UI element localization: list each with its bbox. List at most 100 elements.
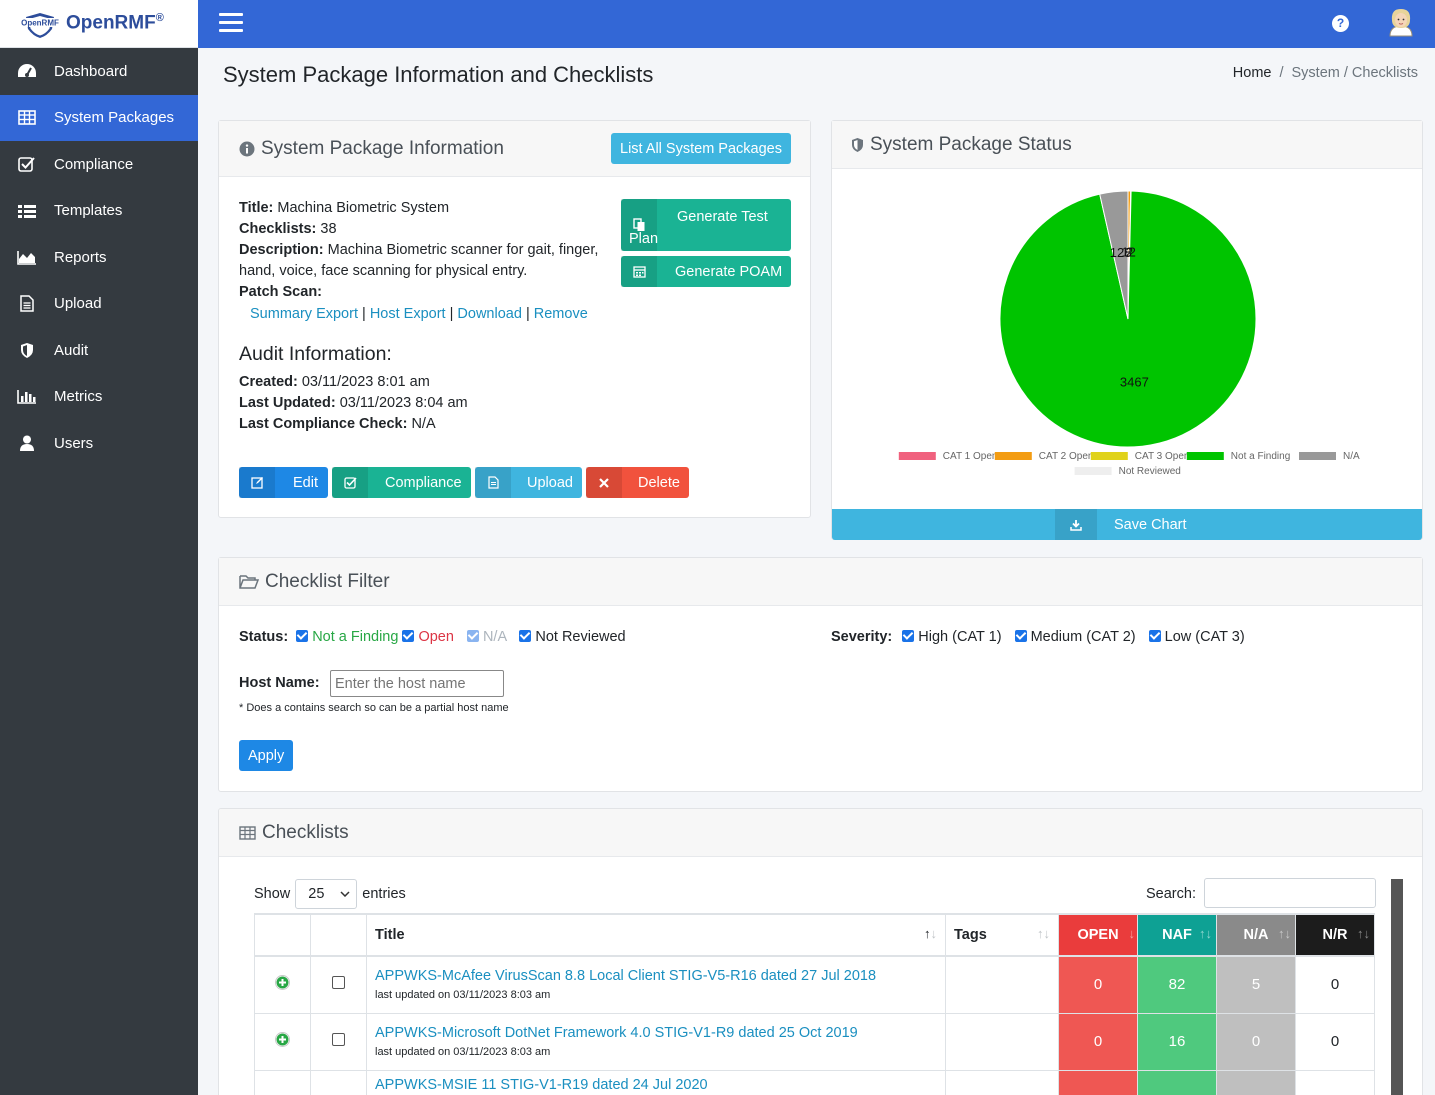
apply-button[interactable]: Apply [239, 740, 294, 771]
remove-link[interactable]: Remove [534, 306, 588, 322]
upload-button[interactable]: Upload [475, 467, 582, 498]
severity-filter: Severity: High (CAT 1) Medium (CAT 2) Lo… [831, 629, 1245, 645]
legend-item-n-a[interactable]: N/A [1299, 451, 1360, 462]
pie-value-label: 3467 [1120, 375, 1149, 390]
open-column-header[interactable]: OPEN ↓ [1058, 913, 1138, 957]
sidebar-item-dashboard[interactable]: Dashboard [0, 48, 198, 95]
user-avatar[interactable] [1386, 6, 1416, 38]
patch-scan-label: Patch Scan: [239, 284, 322, 300]
legend-item-not-reviewed[interactable]: Not Reviewed [1074, 466, 1181, 477]
link-separator: | [449, 306, 454, 322]
checklist-title-link[interactable]: APPWKS-Microsoft DotNet Framework 4.0 ST… [375, 1025, 937, 1041]
medium-cat2-checkbox[interactable] [1014, 630, 1027, 642]
expand-plus-icon[interactable] [275, 1032, 290, 1047]
sidebar-item-label: Metrics [54, 388, 103, 406]
compliance-button[interactable]: Compliance [332, 467, 471, 498]
system-package-status-card: System Package Status 128 12 2 3467 CAT 1 Op… [831, 120, 1423, 540]
naf-column-header[interactable]: NAF ↑↓ [1137, 913, 1217, 957]
list-icon [16, 202, 38, 220]
card-title: Checklist Filter [239, 571, 390, 593]
expand-plus-icon[interactable] [275, 975, 290, 991]
calendar-icon [621, 256, 657, 287]
sidebar-item-users[interactable]: Users [0, 420, 198, 467]
sidebar-item-compliance[interactable]: Compliance [0, 141, 198, 188]
column-label: OPEN [1077, 927, 1119, 943]
button-label: Upload [527, 474, 573, 491]
generate-poam-button[interactable]: Generate POAM [621, 256, 791, 287]
legend-item-cat-1-open[interactable]: CAT 1 Open [898, 451, 998, 462]
search-input[interactable] [1204, 878, 1376, 908]
nr-column-header[interactable]: N/R ↑↓ [1295, 913, 1375, 957]
sort-icon: ↑↓ [1357, 926, 1370, 941]
row-checkbox[interactable] [332, 976, 345, 990]
button-label: Compliance [385, 474, 462, 491]
user-icon [16, 434, 38, 452]
legend-label: CAT 1 Open [943, 451, 998, 462]
edit-icon [239, 467, 275, 498]
close-icon [586, 467, 622, 498]
title-column-header[interactable]: Title ↑↓ [366, 913, 946, 957]
package-details: Title: Machina Biometric System Checklis… [239, 198, 599, 435]
high-cat1-checkbox[interactable] [902, 630, 915, 642]
download-link[interactable]: Download [457, 306, 522, 322]
legend-item-cat-3-open[interactable]: CAT 3 Open [1090, 451, 1190, 462]
title-cell: APPWKS-MSIE 11 STIG-V1-R19 dated 24 Jul … [366, 1069, 946, 1095]
tags-column-header[interactable]: Tags ↑↓ [945, 913, 1059, 957]
open-checkbox[interactable] [402, 630, 415, 642]
delete-button[interactable]: Delete [586, 467, 689, 498]
not-a-finding-label: Not a Finding [312, 629, 399, 645]
checklist-title-link[interactable]: APPWKS-McAfee VirusScan 8.8 Local Client… [375, 968, 937, 984]
generate-test-plan-button[interactable]: Generate Test Plan [621, 199, 791, 251]
breadcrumb-home[interactable]: Home [1233, 65, 1272, 81]
not-reviewed-checkbox[interactable] [519, 630, 532, 642]
shield-icon [852, 137, 863, 152]
save-chart-button[interactable]: Save Chart [832, 509, 1422, 540]
host-export-link[interactable]: Host Export [370, 306, 446, 322]
sort-icon: ↑↓ [1037, 926, 1050, 941]
open-count: 0 [1058, 1012, 1138, 1071]
entries-select[interactable]: 25 [295, 879, 358, 909]
sidebar-item-audit[interactable]: Audit [0, 327, 198, 374]
host-name-input[interactable] [330, 670, 504, 697]
description-line: Description: Machina Biometric scanner f… [239, 240, 599, 282]
select-cell [310, 1069, 367, 1095]
not-a-finding-checkbox[interactable] [296, 630, 309, 642]
breadcrumb-separator: / [1279, 65, 1284, 81]
na-checkbox[interactable] [466, 630, 479, 642]
checklists-value: 38 [320, 221, 337, 237]
tags-cell [945, 1012, 1059, 1071]
menu-toggle-icon[interactable] [219, 13, 243, 34]
list-all-packages-button[interactable]: List All System Packages [611, 133, 791, 164]
edit-button[interactable]: Edit [239, 467, 328, 498]
row-checkbox[interactable] [332, 1033, 345, 1046]
table-icon [239, 825, 256, 840]
checklist-filter-card: Checklist Filter Status: Not a Finding Op… [218, 557, 1423, 792]
search-label: Search: [1146, 886, 1196, 902]
summary-export-link[interactable]: Summary Export [250, 306, 358, 322]
scrollbar[interactable] [1391, 879, 1403, 1095]
legend-item-cat-2-open[interactable]: CAT 2 Open [994, 451, 1094, 462]
host-name-hint: * Does a contains search so can be a par… [239, 702, 509, 714]
legend-item-not-a-finding[interactable]: Not a Finding [1186, 451, 1290, 462]
button-label: Save Chart [1114, 516, 1187, 533]
sidebar-item-upload[interactable]: Upload [0, 281, 198, 328]
tags-cell [945, 1069, 1059, 1095]
status-pie-chart: 1281223467CAT 1 Open CAT 2 Open CAT 3 Open… [898, 190, 1360, 477]
created-line: Created: 03/11/2023 8:01 am [239, 372, 599, 393]
status-title-text: System Package Status [870, 133, 1072, 155]
sidebar-item-templates[interactable]: Templates [0, 188, 198, 235]
low-cat3-checkbox[interactable] [1148, 630, 1161, 642]
brand[interactable]: OpenRMF OpenRMF® [0, 0, 198, 48]
help-icon[interactable]: ? [1332, 15, 1349, 32]
checklist-title-link[interactable]: APPWKS-MSIE 11 STIG-V1-R19 dated 24 Jul … [375, 1077, 937, 1093]
open-count [1058, 1069, 1138, 1095]
sidebar-item-system-packages[interactable]: System Packages [0, 94, 198, 141]
table-row: APPWKS-Microsoft DotNet Framework 4.0 ST… [254, 1012, 1375, 1071]
breadcrumb-current: System / Checklists [1291, 65, 1419, 81]
sidebar-item-reports[interactable]: Reports [0, 234, 198, 281]
sidebar-item-metrics[interactable]: Metrics [0, 374, 198, 421]
entries-select-value: 25 [308, 886, 325, 902]
na-column-header[interactable]: N/A ↑↓ [1216, 913, 1296, 957]
check-square-icon [16, 155, 38, 173]
select-cell [310, 1012, 367, 1071]
